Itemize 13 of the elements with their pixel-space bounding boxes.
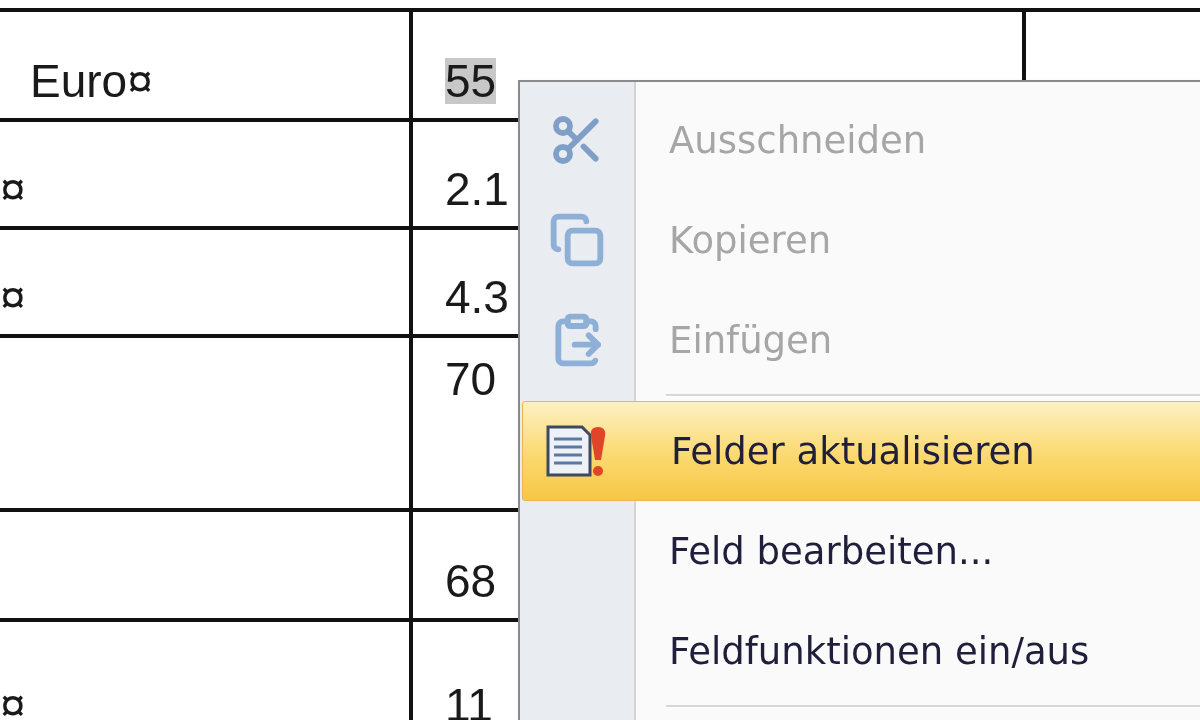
table-cell: ¤: [0, 274, 26, 320]
table-cell: Euro¤: [30, 58, 153, 104]
menu-item[interactable]: Feldfunktionen ein/aus: [520, 601, 1200, 701]
table-cell: ¤: [0, 682, 26, 720]
copy-icon: [549, 212, 605, 268]
selected-text: 55: [445, 58, 497, 104]
table-cell: 68: [445, 558, 497, 604]
table-cell: 2.1: [445, 166, 509, 212]
table-cell: 4.3: [445, 274, 509, 320]
table-cell: ¤: [0, 166, 26, 212]
table-cell: 70: [445, 356, 497, 402]
menu-item[interactable]: Felder aktualisieren: [522, 401, 1200, 501]
menu-item[interactable]: Feld bearbeiten...: [520, 501, 1200, 601]
